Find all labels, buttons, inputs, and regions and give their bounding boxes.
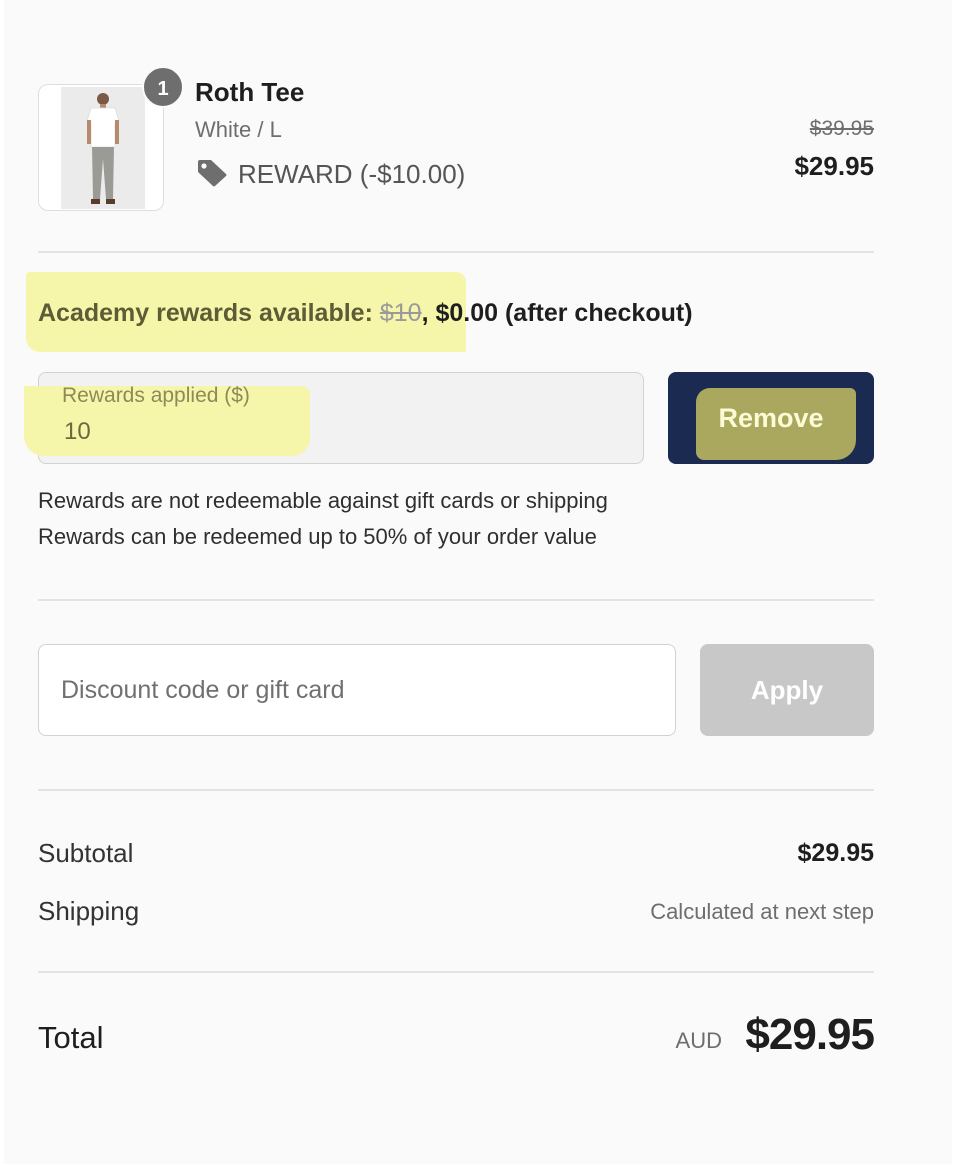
reward-discount-label: REWARD (-$10.00) <box>238 159 466 189</box>
total-label: Total <box>38 1020 104 1055</box>
product-variant: White / L <box>195 117 282 142</box>
divider <box>38 971 874 973</box>
subtotal-label: Subtotal <box>38 838 134 868</box>
shipping-value: Calculated at next step <box>650 899 874 924</box>
rewards-original-amount: $10 <box>379 299 422 327</box>
rewards-applied-label: Rewards applied ($) <box>62 384 250 407</box>
rewards-after-checkout: , $0.00 (after checkout) <box>421 299 693 327</box>
total-value: $29.95 <box>745 1010 875 1059</box>
order-summary-panel: 1 Roth Tee White / L REWARD (-$10.00) $3… <box>4 0 952 1164</box>
product-name: Roth Tee <box>195 77 305 107</box>
divider <box>38 599 874 601</box>
original-price: $39.95 <box>809 117 874 140</box>
discount-code-input[interactable] <box>38 644 676 736</box>
remove-rewards-button[interactable]: Remove <box>668 372 874 464</box>
apply-button[interactable]: Apply <box>700 644 874 736</box>
tag-icon <box>198 160 227 187</box>
product-image <box>61 87 145 209</box>
rewards-available-label: Academy rewards available: <box>38 299 380 327</box>
rewards-applied-value[interactable]: 10 <box>64 418 91 446</box>
shipping-label: Shipping <box>38 896 140 926</box>
rewards-available-text: Academy rewards available: $10, $0.00 (a… <box>38 299 693 328</box>
currency-code: AUD <box>675 1028 722 1053</box>
remove-button-label: Remove <box>718 403 824 433</box>
rewards-note: Rewards are not redeemable against gift … <box>38 488 608 513</box>
divider <box>38 251 874 253</box>
rewards-note: Rewards can be redeemed up to 50% of you… <box>38 524 597 549</box>
quantity-badge: 1 <box>142 66 184 108</box>
item-price: $29.95 <box>794 151 874 181</box>
model-figure-icon <box>61 87 145 209</box>
product-thumbnail <box>38 84 164 211</box>
subtotal-value: $29.95 <box>797 839 874 867</box>
divider <box>38 789 874 791</box>
